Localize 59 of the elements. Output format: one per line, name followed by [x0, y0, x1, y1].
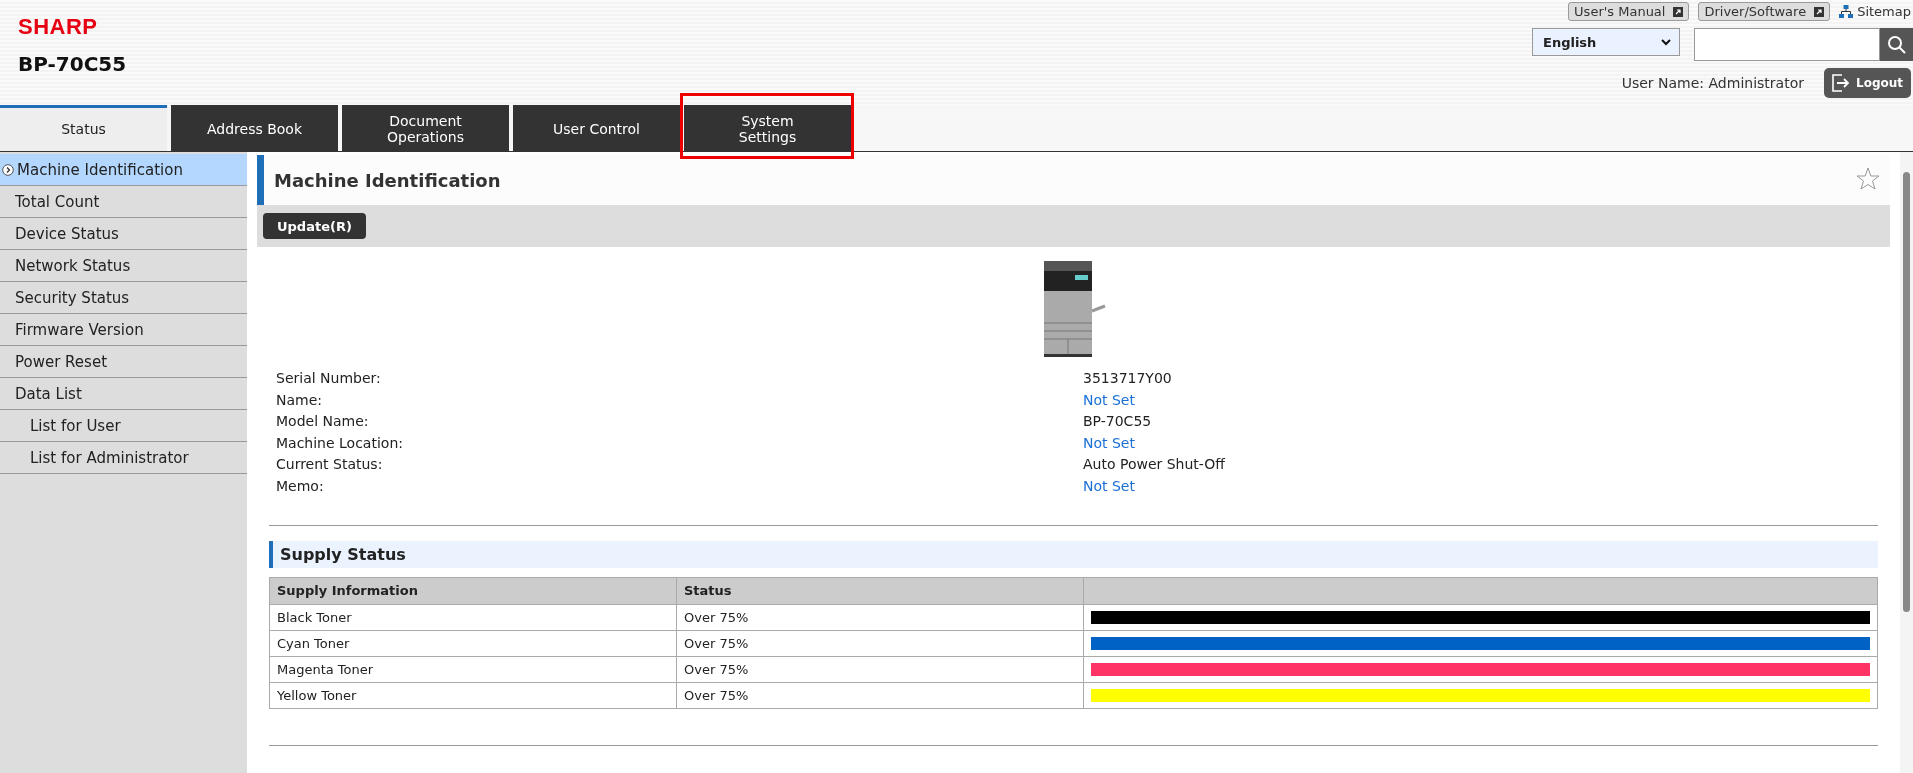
- sidebar-item[interactable]: Total Count: [0, 186, 247, 218]
- field-value-link[interactable]: Not Set: [1083, 390, 1890, 409]
- model-name: BP-70C55: [18, 52, 127, 76]
- chevron-circle-icon: [2, 163, 14, 176]
- search-icon: [1886, 34, 1907, 55]
- search-field[interactable]: [1694, 28, 1880, 61]
- scrollbar[interactable]: [1900, 152, 1913, 773]
- column-header: Supply Information: [269, 577, 677, 604]
- star-icon[interactable]: [1856, 167, 1880, 193]
- update-button[interactable]: Update(R): [263, 213, 366, 239]
- field-value: Auto Power Shut-Off: [1083, 455, 1227, 473]
- nav-tab[interactable]: Address Book: [171, 105, 338, 151]
- table-cell: Over 75%: [676, 682, 1084, 708]
- field-value-link[interactable]: Not Set: [1083, 433, 1890, 452]
- sidebar-item[interactable]: Security Status: [0, 282, 247, 314]
- sidebar-item[interactable]: List for User: [0, 410, 247, 442]
- field-label: Current Status:: [276, 455, 384, 473]
- nav-tab[interactable]: System Settings: [684, 105, 851, 151]
- field-value: BP-70C55: [1083, 412, 1153, 430]
- page-title: Machine Identification: [274, 169, 501, 191]
- field-label: Model Name:: [276, 412, 370, 430]
- column-header: Status: [676, 577, 1084, 604]
- nav-tab[interactable]: Document Operations: [342, 105, 509, 151]
- sidebar-item[interactable]: Firmware Version: [0, 314, 247, 346]
- field-label: Machine Location:: [276, 433, 404, 452]
- table-cell: Over 75%: [676, 630, 1084, 656]
- nav-tab[interactable]: Status: [0, 105, 167, 151]
- sitemap-icon: [1839, 5, 1854, 18]
- field-label: Serial Number:: [276, 369, 382, 387]
- field-value-link[interactable]: Not Set: [1083, 476, 1890, 495]
- user-name-label: User Name: Administrator: [1621, 75, 1804, 91]
- language-select[interactable]: English: [1532, 28, 1680, 56]
- search-button[interactable]: [1880, 28, 1913, 61]
- chevron-down-icon: [1661, 38, 1671, 46]
- table-cell: Black Toner: [269, 604, 677, 630]
- table-cell: Yellow Toner: [269, 682, 677, 708]
- table-cell: Magenta Toner: [269, 656, 677, 682]
- field-value: 3513717Y00: [1083, 369, 1173, 387]
- sidebar-item[interactable]: Device Status: [0, 218, 247, 250]
- sidebar-item[interactable]: Machine Identification: [0, 154, 247, 186]
- sidebar-item[interactable]: Power Reset: [0, 346, 247, 378]
- section-title: Supply Status: [280, 544, 406, 564]
- table-cell: Cyan Toner: [269, 630, 677, 656]
- nav-tab[interactable]: User Control: [513, 105, 680, 151]
- field-label: Name:: [276, 390, 324, 409]
- table-cell: Over 75%: [676, 604, 1084, 630]
- sitemap-link[interactable]: Sitemap: [1839, 4, 1913, 19]
- brand-logo: SHARP: [18, 14, 99, 40]
- sidebar-item[interactable]: List for Administrator: [0, 442, 247, 474]
- logout-icon: [1832, 74, 1850, 92]
- sidebar-item[interactable]: Network Status: [0, 250, 247, 282]
- external-link[interactable]: Driver/Software: [1698, 2, 1831, 21]
- external-link-icon: [1673, 6, 1684, 17]
- field-label: Memo:: [276, 476, 325, 495]
- sidebar-item[interactable]: Data List: [0, 378, 247, 410]
- external-link[interactable]: User's Manual: [1568, 2, 1690, 21]
- external-link-icon: [1814, 6, 1825, 17]
- logout-button[interactable]: Logout: [1824, 68, 1911, 98]
- table-cell: Over 75%: [676, 656, 1084, 682]
